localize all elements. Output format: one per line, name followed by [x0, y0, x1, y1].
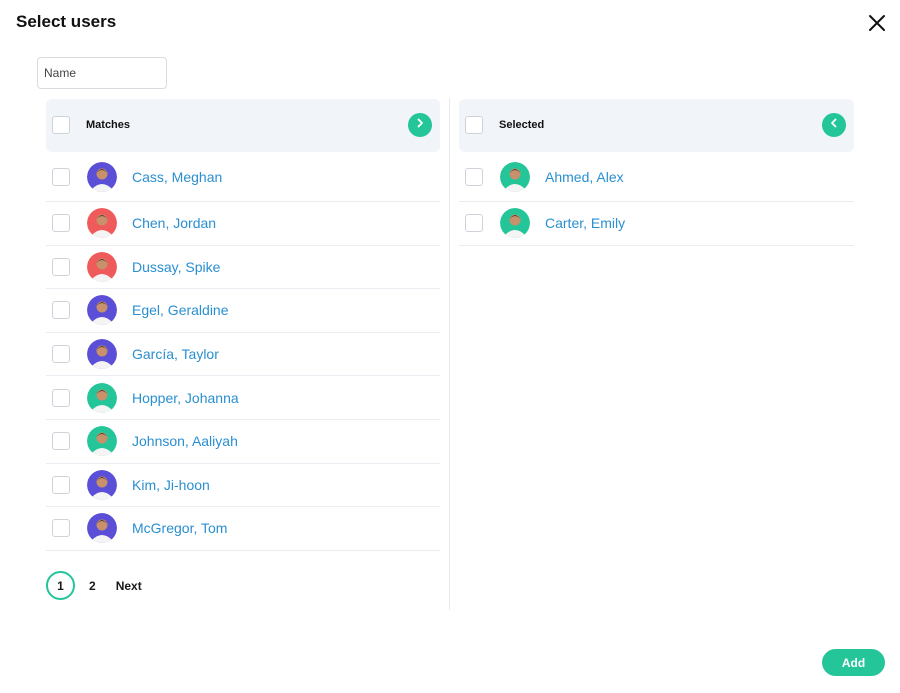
move-to-selected-button[interactable]	[408, 113, 432, 137]
user-name-link[interactable]: Ahmed, Alex	[545, 169, 624, 185]
user-row[interactable]: Hopper, Johanna	[46, 376, 440, 420]
page-link[interactable]: 2	[89, 579, 96, 593]
user-name-link[interactable]: McGregor, Tom	[132, 520, 227, 536]
selected-panel: Selected Ahmed, Alex Carter, Emily	[459, 99, 854, 246]
chevron-right-icon	[414, 116, 426, 134]
matches-list: Cass, Meghan Chen, Jordan Dussay, Spike Ege…	[46, 152, 440, 551]
selected-list: Ahmed, Alex Carter, Emily	[459, 152, 854, 246]
user-checkbox[interactable]	[52, 519, 70, 538]
user-checkbox[interactable]	[52, 214, 70, 233]
avatar	[500, 161, 530, 192]
user-row[interactable]: Egel, Geraldine	[46, 289, 440, 333]
selected-select-all-checkbox[interactable]	[465, 116, 483, 134]
avatar	[87, 208, 117, 239]
user-row[interactable]: McGregor, Tom	[46, 507, 440, 551]
panel-divider	[449, 98, 450, 610]
user-row[interactable]: Carter, Emily	[459, 202, 854, 246]
user-row[interactable]: Kim, Ji-hoon	[46, 464, 440, 508]
user-checkbox[interactable]	[465, 167, 483, 186]
avatar	[87, 426, 117, 457]
next-page-link[interactable]: Next	[116, 579, 142, 593]
user-name-link[interactable]: Cass, Meghan	[132, 169, 222, 185]
user-checkbox[interactable]	[52, 475, 70, 494]
user-name-link[interactable]: Chen, Jordan	[132, 215, 216, 231]
page-current[interactable]: 1	[46, 571, 75, 600]
chevron-left-icon	[828, 116, 840, 134]
user-name-link[interactable]: Hopper, Johanna	[132, 390, 239, 406]
avatar	[87, 513, 117, 544]
selected-header: Selected	[459, 99, 854, 152]
user-row[interactable]: Chen, Jordan	[46, 202, 440, 246]
user-checkbox[interactable]	[52, 388, 70, 407]
user-row[interactable]: Dussay, Spike	[46, 246, 440, 290]
avatar	[87, 161, 117, 192]
user-checkbox[interactable]	[52, 432, 70, 451]
avatar	[87, 251, 117, 282]
add-button[interactable]: Add	[822, 649, 885, 676]
avatar	[87, 295, 117, 326]
avatar	[500, 208, 530, 239]
matches-select-all-checkbox[interactable]	[52, 116, 70, 134]
avatar	[87, 339, 117, 370]
user-name-link[interactable]: Johnson, Aaliyah	[132, 433, 238, 449]
user-name-link[interactable]: Kim, Ji-hoon	[132, 477, 210, 493]
matches-panel: Matches Cass, Meghan Chen, Jordan Dussay, …	[46, 99, 440, 551]
user-checkbox[interactable]	[52, 301, 70, 320]
user-checkbox[interactable]	[52, 167, 70, 186]
selected-header-label: Selected	[499, 119, 545, 131]
user-name-link[interactable]: Egel, Geraldine	[132, 302, 229, 318]
matches-header: Matches	[46, 99, 440, 152]
avatar	[87, 382, 117, 413]
user-row[interactable]: Cass, Meghan	[46, 152, 440, 202]
user-name-link[interactable]: García, Taylor	[132, 346, 219, 362]
avatar	[87, 469, 117, 500]
user-checkbox[interactable]	[465, 214, 483, 233]
name-filter-input[interactable]	[37, 57, 167, 89]
dialog-title: Select users	[16, 12, 117, 31]
user-name-link[interactable]: Carter, Emily	[545, 215, 625, 231]
user-checkbox[interactable]	[52, 257, 70, 276]
move-to-matches-button[interactable]	[822, 113, 846, 137]
user-row[interactable]: García, Taylor	[46, 333, 440, 377]
user-row[interactable]: Ahmed, Alex	[459, 152, 854, 202]
user-name-link[interactable]: Dussay, Spike	[132, 259, 220, 275]
user-checkbox[interactable]	[52, 345, 70, 364]
user-row[interactable]: Johnson, Aaliyah	[46, 420, 440, 464]
close-icon[interactable]	[864, 10, 890, 36]
matches-header-label: Matches	[86, 119, 131, 131]
pagination: 1 2 Next	[46, 571, 142, 600]
